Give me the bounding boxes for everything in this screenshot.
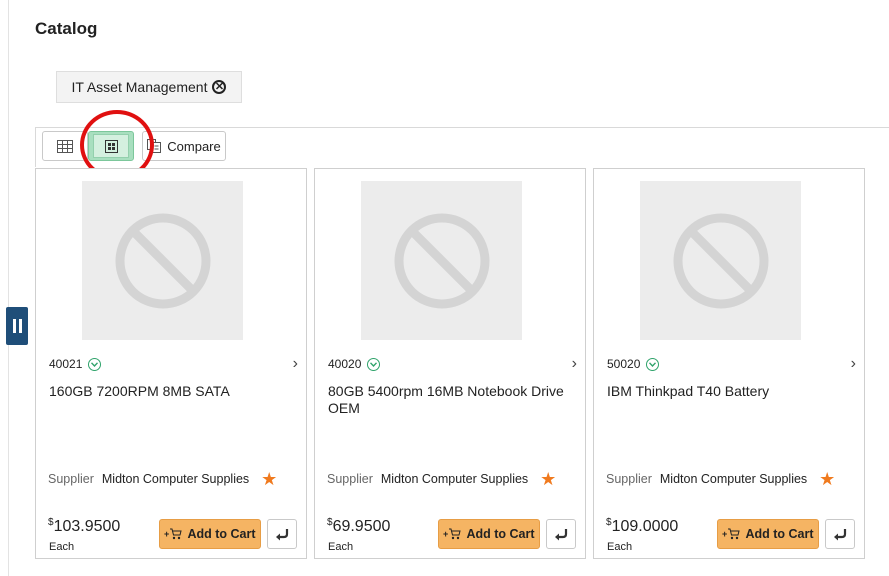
star-icon[interactable]: ★ [540,470,556,488]
return-button[interactable] [267,519,297,549]
compare-icon [147,139,162,153]
left-border [8,0,9,576]
star-icon[interactable]: ★ [819,470,835,488]
supplier-row: Supplier Midton Computer Supplies ★ [327,470,556,488]
list-view-button[interactable] [42,131,88,161]
add-cart-icon: + [443,528,462,540]
no-image-icon [394,213,489,308]
chevron-right-icon[interactable]: › [293,355,298,373]
product-id: 50020 [607,357,641,371]
product-card[interactable]: 50020 › IBM Thinkpad T40 Battery Supplie… [593,168,865,559]
supplier-label: Supplier [48,472,94,486]
filter-chip[interactable]: IT Asset Management ✕ [56,71,242,103]
price-value: 109.0000 [611,518,679,535]
currency-symbol: $ [606,517,612,528]
unit-of-measure: Each [607,541,633,553]
price: $103.9500 [48,517,121,536]
product-id-row: 40020 [328,357,381,371]
toolbar-divider [35,127,889,128]
chevron-down-circle-icon[interactable] [646,357,660,371]
price: $69.9500 [327,517,391,536]
add-to-cart-label: Add to Cart [466,527,535,541]
supplier-name: Midton Computer Supplies [101,472,250,486]
unit-of-measure: Each [328,541,354,553]
compare-label: Compare [167,138,221,154]
product-card[interactable]: 40020 › 80GB 5400rpm 16MB Notebook Drive… [314,168,586,559]
add-to-cart-label: Add to Cart [745,527,814,541]
supplier-row: Supplier Midton Computer Supplies ★ [48,470,277,488]
return-button[interactable] [825,519,855,549]
add-to-cart-button[interactable]: + Add to Cart [159,519,261,549]
supplier-label: Supplier [606,472,652,486]
price-value: 103.9500 [53,518,121,535]
product-name[interactable]: 160GB 7200RPM 8MB SATA [49,383,289,400]
table-grid-icon [57,139,73,153]
product-image-placeholder [82,181,243,340]
tiles-icon [104,139,118,153]
product-name[interactable]: 80GB 5400rpm 16MB Notebook Drive OEM [328,383,568,417]
grid-view-button-inner [93,134,129,158]
add-to-cart-button[interactable]: + Add to Cart [438,519,540,549]
side-panel-toggle[interactable] [6,307,28,345]
product-id-row: 50020 [607,357,660,371]
pause-icon-bar [18,319,22,333]
currency-symbol: $ [327,517,333,528]
product-image-placeholder [361,181,522,340]
svg-text:+: + [722,529,727,539]
add-to-cart-button[interactable]: + Add to Cart [717,519,819,549]
return-button[interactable] [546,519,576,549]
add-cart-icon: + [722,528,741,540]
return-arrow-icon [555,529,568,541]
price: $109.0000 [606,517,679,536]
product-id: 40020 [328,357,362,371]
svg-text:+: + [443,529,448,539]
price-value: 69.9500 [332,518,391,535]
product-name[interactable]: IBM Thinkpad T40 Battery [607,383,847,400]
svg-text:+: + [164,529,169,539]
currency-symbol: $ [48,517,54,528]
chevron-down-circle-icon[interactable] [88,357,102,371]
chevron-down-circle-icon[interactable] [367,357,381,371]
product-image-placeholder [640,181,801,340]
compare-button[interactable]: Compare [142,131,226,161]
grid-view-button[interactable] [88,131,134,161]
add-to-cart-label: Add to Cart [187,527,256,541]
unit-of-measure: Each [49,541,75,553]
toolbar-left-divider [35,127,36,167]
pause-icon-bar [12,319,16,333]
remove-filter-icon[interactable]: ✕ [212,80,227,94]
supplier-name: Midton Computer Supplies [380,472,529,486]
filter-chip-label: IT Asset Management [71,79,208,95]
star-icon[interactable]: ★ [261,470,277,488]
chevron-right-icon[interactable]: › [572,355,577,373]
page-title: Catalog [35,19,98,38]
return-arrow-icon [276,529,289,541]
product-id-row: 40021 [49,357,102,371]
supplier-row: Supplier Midton Computer Supplies ★ [606,470,835,488]
supplier-name: Midton Computer Supplies [659,472,808,486]
product-id: 40021 [49,357,83,371]
chevron-right-icon[interactable]: › [851,355,856,373]
no-image-icon [673,213,768,308]
add-cart-icon: + [164,528,183,540]
product-card[interactable]: 40021 › 160GB 7200RPM 8MB SATA Supplier … [35,168,307,559]
return-arrow-icon [834,529,847,541]
no-image-icon [115,213,210,308]
supplier-label: Supplier [327,472,373,486]
